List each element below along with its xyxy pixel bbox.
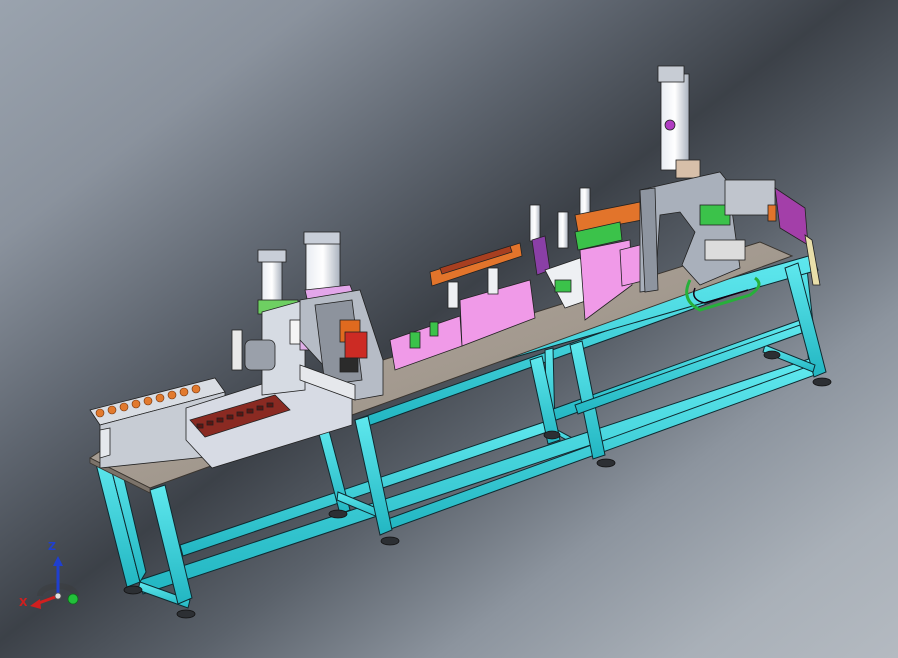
assembly-model[interactable] [0, 0, 898, 658]
axis-triad-icon [30, 556, 79, 609]
triad-z-label: Z [48, 540, 56, 553]
press-station-2 [299, 231, 384, 401]
feeder-tray [89, 371, 353, 469]
cad-viewport[interactable]: Z X [0, 0, 898, 658]
triad-x-label: X [19, 596, 28, 609]
